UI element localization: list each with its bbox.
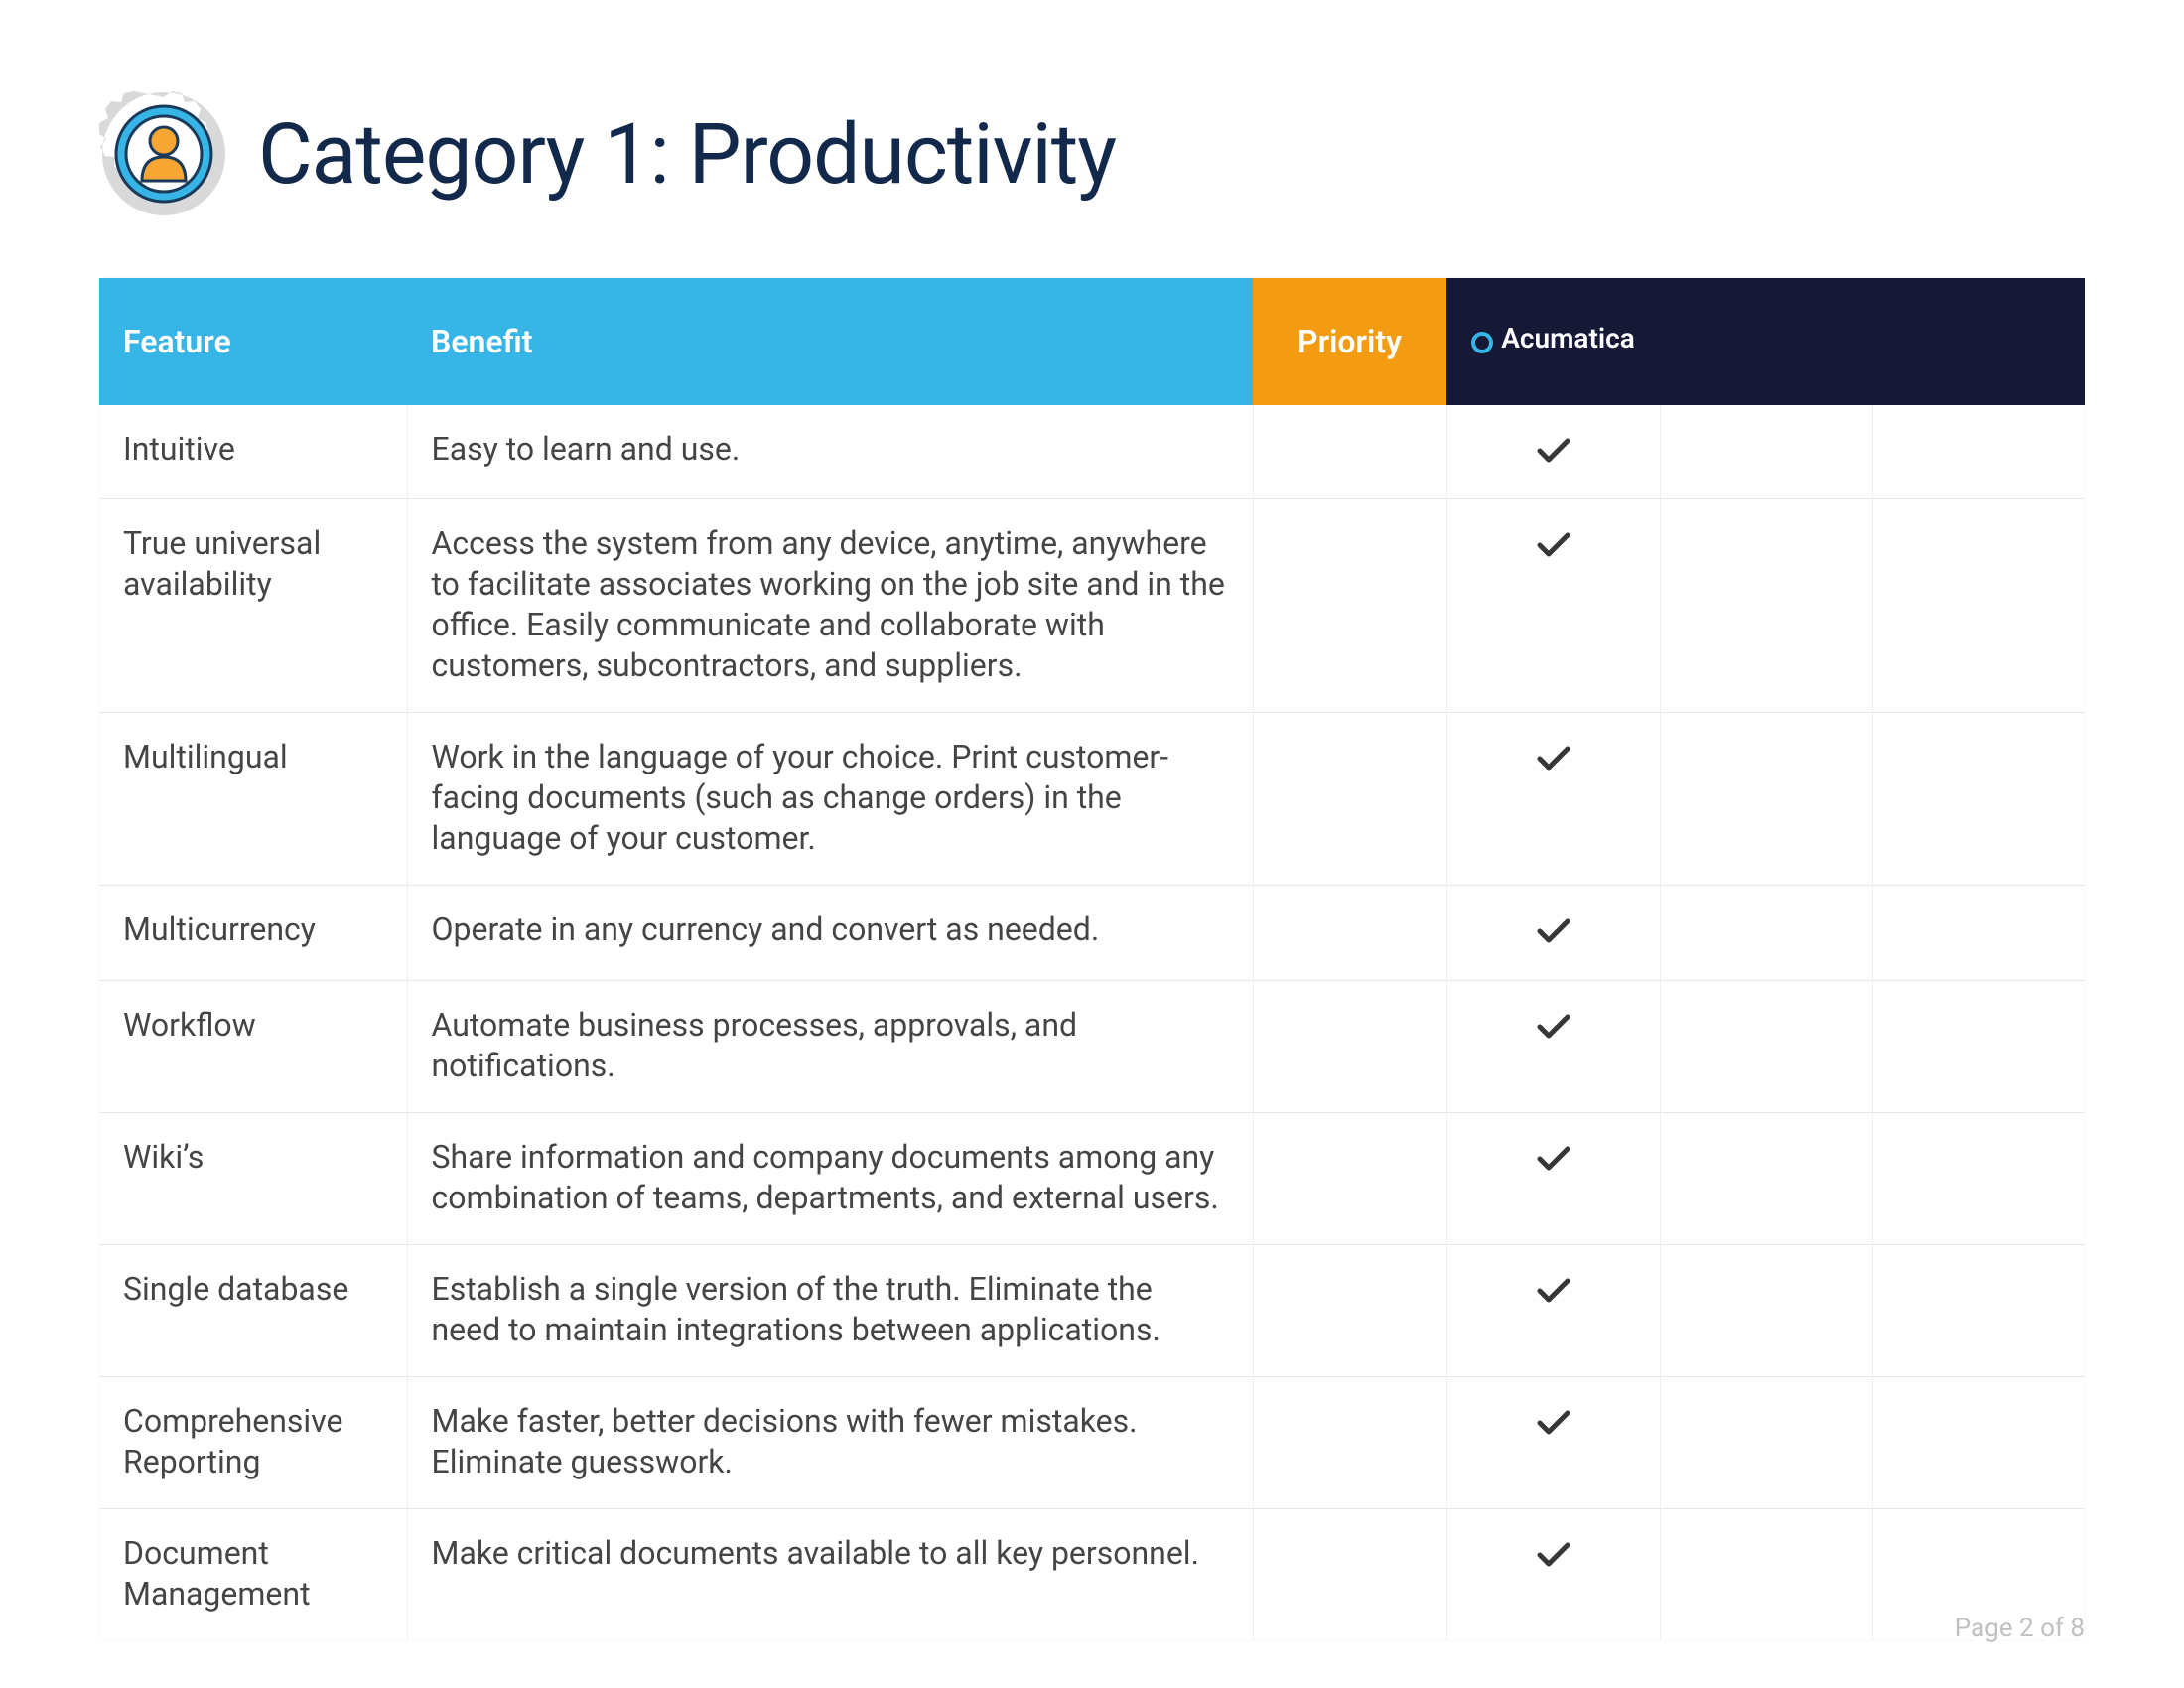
- col-priority: Priority: [1253, 278, 1446, 405]
- cell-vendor-2: [1660, 499, 1872, 713]
- cell-brand-check: [1446, 981, 1660, 1113]
- check-icon: [1537, 742, 1570, 779]
- table-row: Wiki’s Share information and company doc…: [99, 1112, 2085, 1244]
- cell-benefit: Make faster, better decisions with fewer…: [407, 1376, 1253, 1508]
- gear-person-icon: [99, 89, 228, 218]
- cell-brand-check: [1446, 713, 1660, 886]
- cell-benefit: Share information and company documents …: [407, 1112, 1253, 1244]
- cell-priority: [1253, 1112, 1446, 1244]
- cell-vendor-3: [1872, 1112, 2085, 1244]
- cell-vendor-3: [1872, 1376, 2085, 1508]
- cell-feature: Multilingual: [99, 713, 407, 886]
- cell-vendor-2: [1660, 1508, 1872, 1639]
- cell-vendor-3: [1872, 713, 2085, 886]
- cell-brand-check: [1446, 499, 1660, 713]
- cell-vendor-2: [1660, 1376, 1872, 1508]
- cell-brand-check: [1446, 886, 1660, 981]
- check-icon: [1537, 1538, 1570, 1576]
- feature-table: Feature Benefit Priority Acumatica: [99, 278, 2085, 1640]
- brand-badge: Acumatica: [1471, 322, 1635, 354]
- check-icon: [1537, 434, 1570, 472]
- cell-brand-check: [1446, 1508, 1660, 1639]
- table-body: Intuitive Easy to learn and use. True un…: [99, 405, 2085, 1640]
- table-row: Document Management Make critical docume…: [99, 1508, 2085, 1639]
- check-icon: [1537, 528, 1570, 566]
- cell-benefit: Easy to learn and use.: [407, 405, 1253, 499]
- col-vendor-2: [1660, 278, 1872, 405]
- cell-feature: Comprehensive Reporting: [99, 1376, 407, 1508]
- cell-brand-check: [1446, 405, 1660, 499]
- cell-benefit: Work in the language of your choice. Pri…: [407, 713, 1253, 886]
- check-icon: [1537, 1274, 1570, 1312]
- header: Category 1: Productivity: [99, 89, 2085, 218]
- cell-vendor-3: [1872, 886, 2085, 981]
- brand-label: Acumatica: [1501, 322, 1635, 354]
- cell-feature: Intuitive: [99, 405, 407, 499]
- cell-priority: [1253, 886, 1446, 981]
- table-row: Intuitive Easy to learn and use.: [99, 405, 2085, 499]
- cell-feature: Workflow: [99, 981, 407, 1113]
- cell-vendor-3: [1872, 981, 2085, 1113]
- check-icon: [1537, 1010, 1570, 1048]
- cell-vendor-2: [1660, 1112, 1872, 1244]
- table-row: Single database Establish a single versi…: [99, 1244, 2085, 1376]
- cell-feature: Wiki’s: [99, 1112, 407, 1244]
- cell-feature: Document Management: [99, 1508, 407, 1639]
- cell-priority: [1253, 499, 1446, 713]
- cell-benefit: Operate in any currency and convert as n…: [407, 886, 1253, 981]
- table-row: Comprehensive Reporting Make faster, bet…: [99, 1376, 2085, 1508]
- cell-brand-check: [1446, 1112, 1660, 1244]
- cell-vendor-3: [1872, 499, 2085, 713]
- cell-feature: Single database: [99, 1244, 407, 1376]
- cell-vendor-3: [1872, 405, 2085, 499]
- cell-priority: [1253, 1244, 1446, 1376]
- cell-vendor-2: [1660, 1244, 1872, 1376]
- cell-vendor-2: [1660, 981, 1872, 1113]
- check-icon: [1537, 1142, 1570, 1180]
- cell-vendor-2: [1660, 713, 1872, 886]
- cell-brand-check: [1446, 1244, 1660, 1376]
- cell-benefit: Access the system from any device, anyti…: [407, 499, 1253, 713]
- cell-priority: [1253, 713, 1446, 886]
- table-row: True universal availability Access the s…: [99, 499, 2085, 713]
- cell-vendor-2: [1660, 886, 1872, 981]
- page-footer: Page 2 of 8: [1955, 1614, 2085, 1643]
- table-row: Multilingual Work in the language of you…: [99, 713, 2085, 886]
- cell-feature: Multicurrency: [99, 886, 407, 981]
- table-row: Workflow Automate business processes, ap…: [99, 981, 2085, 1113]
- cell-benefit: Automate business processes, approvals, …: [407, 981, 1253, 1113]
- table-row: Multicurrency Operate in any currency an…: [99, 886, 2085, 981]
- col-brand: Acumatica: [1446, 278, 1660, 405]
- cell-priority: [1253, 981, 1446, 1113]
- table-header: Feature Benefit Priority Acumatica: [99, 278, 2085, 405]
- page: Category 1: Productivity Feature Benefit…: [0, 0, 2184, 1688]
- cell-feature: True universal availability: [99, 499, 407, 713]
- cell-brand-check: [1446, 1376, 1660, 1508]
- page-title: Category 1: Productivity: [258, 105, 1116, 204]
- col-feature: Feature: [99, 278, 407, 405]
- col-benefit: Benefit: [407, 278, 1253, 405]
- cell-vendor-2: [1660, 405, 1872, 499]
- acumatica-logo-icon: [1471, 328, 1493, 350]
- cell-priority: [1253, 405, 1446, 499]
- cell-vendor-3: [1872, 1244, 2085, 1376]
- check-icon: [1537, 914, 1570, 952]
- cell-priority: [1253, 1376, 1446, 1508]
- cell-priority: [1253, 1508, 1446, 1639]
- cell-benefit: Make critical documents available to all…: [407, 1508, 1253, 1639]
- cell-benefit: Establish a single version of the truth.…: [407, 1244, 1253, 1376]
- col-vendor-3: [1872, 278, 2085, 405]
- check-icon: [1537, 1406, 1570, 1444]
